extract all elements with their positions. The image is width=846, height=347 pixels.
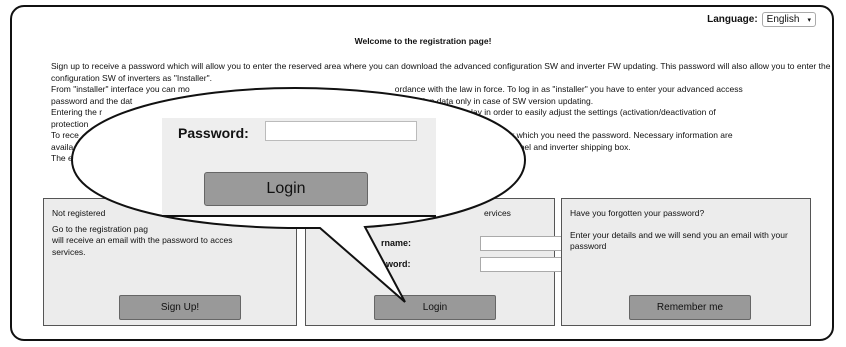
forgot-text: Enter your details and we will send you … — [570, 229, 788, 252]
page-title: Welcome to the registration page! — [354, 36, 492, 46]
zoom-divider — [162, 215, 436, 217]
intro-line: From "installer" interface you can mo ord… — [51, 84, 743, 94]
login-button[interactable]: Login — [374, 295, 496, 320]
remember-me-button[interactable]: Remember me — [629, 295, 751, 320]
username-label: rname: — [381, 238, 412, 248]
register-text: Go to the registration pag will receive … — [52, 223, 233, 257]
zoom-login-button[interactable]: Login — [204, 172, 368, 206]
language-select[interactable]: English ▾ — [761, 12, 816, 27]
password-row: word: — [362, 257, 615, 272]
forgot-title: Have you forgotten your password? — [570, 208, 705, 218]
chevron-down-icon: ▾ — [807, 16, 811, 24]
intro-line: Entering the r splay in order to easily a… — [51, 107, 716, 117]
language-value: English — [766, 14, 800, 25]
sign-up-button[interactable]: Sign Up! — [119, 295, 241, 320]
password-label: word: — [386, 259, 411, 269]
zoom-password-label: Password: — [178, 125, 249, 141]
intro-line: password and the dat registration data on… — [51, 95, 594, 106]
language-selector-group: Language: English ▾ — [707, 12, 816, 27]
language-label: Language: — [707, 14, 758, 25]
zoom-password-input[interactable] — [265, 121, 417, 141]
username-row: rname: — [362, 236, 615, 251]
login-title: ervices — [484, 208, 511, 218]
intro-line: Sign up to receive a password which will… — [51, 61, 831, 83]
